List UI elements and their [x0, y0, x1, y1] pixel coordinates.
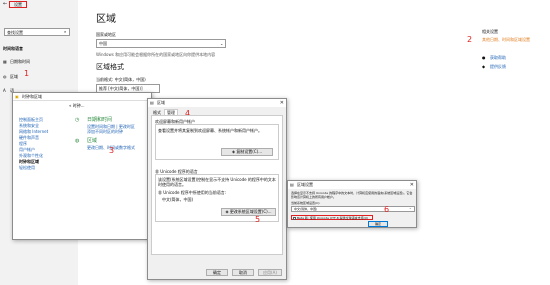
marker-6: 6	[384, 205, 390, 214]
search-input[interactable]: 查找设置	[4, 28, 70, 36]
group2-description: 该设置(系统区域设置)控制在显示不支持 Unicode 的程序中的文本时使用的语…	[158, 177, 276, 187]
language-icon: A	[3, 88, 6, 93]
locale-dialog: 区域设置 ▤ ✕ 选择在显示不支持 Unicode 的程序中的文本时，计算机应使…	[287, 180, 417, 228]
region-ok-button[interactable]: 确定	[206, 269, 228, 276]
control-panel-titlebar: 时钟和区域	[13, 93, 151, 101]
country-label: 国家或地区	[96, 32, 116, 37]
breadcrumb[interactable]: « 时钟...	[69, 103, 85, 108]
marker-3: 3	[109, 146, 115, 155]
beta-utf8-label: Beta 版: 使用 Unicode UTF-8 提供全球语言支持(U)	[297, 216, 369, 220]
current-language-label: 非 Unicode 程序中所使用的当前语言:	[158, 190, 227, 195]
locale-dialog-titlebar: 区域设置	[288, 181, 416, 189]
clock-icon: ◷	[75, 117, 80, 123]
help-link[interactable]: 获取帮助	[490, 55, 506, 60]
control-panel-nav: 控制面板主页 系统和安全 网络和 Internet 硬件和声音 程序 用户帐户 …	[19, 117, 69, 171]
close-icon[interactable]: ✕	[280, 100, 284, 106]
feedback-icon: ◆	[482, 64, 486, 69]
chevron-down-icon: ⌄	[409, 206, 412, 210]
sidebar-item-datetime[interactable]: 日期和时间	[10, 59, 30, 64]
side-link-ease[interactable]: 轻松使用	[19, 165, 69, 171]
region-sub-link[interactable]: 更改日期、时间或数字格式	[87, 145, 147, 150]
region-globe-icon: ◍	[75, 138, 80, 144]
region-apply-button[interactable]: 应用(A)	[258, 269, 282, 276]
region-heading[interactable]: 区域	[87, 138, 97, 144]
copy-settings-button[interactable]: ◈ 复制设置(C)...	[221, 148, 273, 156]
country-description: Windows 和应用可能会根据你所在的国家或地区向你提供本地内容	[96, 52, 216, 57]
close-icon[interactable]: ✕	[410, 182, 414, 188]
locale-select[interactable]: 中文(简体，中国)	[291, 206, 415, 212]
current-language-value: 中文(简体，中国)	[162, 197, 194, 202]
region-dialog-icon: ▤	[150, 100, 154, 105]
folder-icon: ▣	[15, 94, 19, 99]
help-icon: ●	[482, 55, 486, 60]
locale-dialog-icon: ▤	[290, 182, 294, 187]
region-dialog-titlebar: 区域	[148, 99, 286, 107]
beta-utf8-checkbox-area[interactable]: Beta 版: 使用 Unicode UTF-8 提供全球语言支持(U)	[291, 215, 373, 220]
change-locale-label: 更改系统区域设置(C)...	[229, 209, 272, 214]
app-title: 设置	[9, 1, 27, 8]
back-arrow-icon[interactable]: ←	[3, 1, 7, 7]
related-settings-title: 相关设置	[482, 29, 498, 34]
locale-label: 当前系统区域设置(C):	[291, 201, 321, 205]
search-icon: ⌕	[64, 29, 67, 34]
country-select[interactable]: 中国	[96, 39, 226, 48]
shield-icon: ◈	[225, 209, 229, 214]
globe-icon: ◍	[3, 74, 7, 79]
change-system-locale-button[interactable]: ◈ 更改系统区域设置(C)...	[221, 208, 276, 216]
page-title: 区域	[96, 14, 116, 25]
control-panel-window: 时钟和区域 ▣ « 时钟... 控制面板主页 系统和安全 网络和 Interne…	[12, 92, 152, 240]
feedback-link[interactable]: 提供反馈	[490, 64, 506, 69]
beta-utf8-checkbox[interactable]	[293, 217, 296, 220]
chevron-down-icon: ⌄	[220, 41, 224, 46]
locale-description: 选择在显示不支持 Unicode 的程序中的文本时，计算机应使用的语言(系统区域…	[291, 191, 413, 199]
locale-ok-button[interactable]: 确定	[368, 221, 388, 227]
marker-2: 2	[467, 35, 473, 44]
date-time-heading[interactable]: 日期和时间	[87, 117, 112, 123]
shield-icon: ◈	[231, 149, 236, 154]
sidebar-item-region[interactable]: 区域	[10, 74, 18, 79]
marker-5: 5	[255, 215, 261, 224]
copy-settings-label: 复制设置(C)...	[236, 149, 263, 154]
related-settings-link[interactable]: 其他日期、时间和区域设置	[482, 37, 530, 42]
nav-group-label: 时间和语言	[3, 46, 23, 51]
region-cancel-button[interactable]: 取消	[232, 269, 254, 276]
marker-1: 1	[24, 69, 30, 78]
date-time-links[interactable]: 设置时间和日期 | 更改时区 添加不同时区的时钟	[87, 124, 147, 134]
region-dialog: 区域 ▤ ✕ 格式 管理 4 欢迎屏幕和新用户帐户 查看设置并将其复制到欢迎屏幕…	[147, 98, 287, 280]
group1-description: 查看设置并将其复制到欢迎屏幕、系统帐户和新用户帐户。	[158, 128, 262, 133]
format-label: 当前格式: 中文(简体，中国)	[96, 77, 146, 82]
calendar-icon: ▦	[3, 59, 7, 64]
format-title: 区域格式	[96, 63, 124, 71]
